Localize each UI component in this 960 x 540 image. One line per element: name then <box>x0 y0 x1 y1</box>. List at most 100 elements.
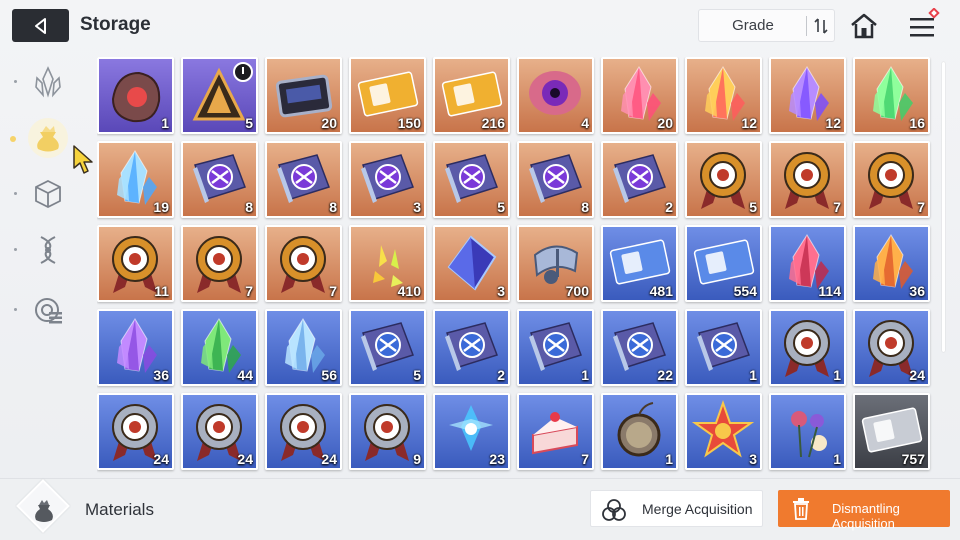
crystal-category-icon <box>35 66 61 98</box>
item-quantity: 9 <box>413 451 421 467</box>
item-quantity: 5 <box>245 115 253 131</box>
grid-slot[interactable]: 20 <box>601 57 678 134</box>
grid-slot[interactable]: 5 <box>349 309 426 386</box>
grid-slot[interactable]: 700 <box>517 225 594 302</box>
sidebar-item-chips[interactable] <box>26 288 70 332</box>
grid-slot[interactable]: 11 <box>97 225 174 302</box>
grid-scrollbar[interactable] <box>942 62 945 352</box>
grid-slot[interactable]: 16 <box>853 57 930 134</box>
item-quantity: 3 <box>749 451 757 467</box>
header: Storage Grade <box>0 0 960 52</box>
sidebar-item-genes[interactable] <box>26 228 70 272</box>
item-grid: 1 5 20 150 216 4 20 12 12 16 19 8 8 3 5 8 2 5 7 7 11 7 7 410 3 70… <box>97 57 937 470</box>
grid-slot[interactable]: 8 <box>265 141 342 218</box>
grid-slot[interactable]: 114 <box>769 225 846 302</box>
grid-slot[interactable]: 9 <box>349 393 426 470</box>
item-quantity: 12 <box>741 115 757 131</box>
chip-category-icon <box>35 298 62 324</box>
grid-slot[interactable]: 2 <box>433 309 510 386</box>
grid-slot[interactable]: 481 <box>601 225 678 302</box>
sidebar-dot <box>14 248 17 251</box>
grid-slot[interactable]: 12 <box>769 57 846 134</box>
grid-slot[interactable]: 5 <box>433 141 510 218</box>
grid-slot[interactable]: 3 <box>349 141 426 218</box>
grid-slot[interactable]: 23 <box>433 393 510 470</box>
grid-slot[interactable]: 2 <box>601 141 678 218</box>
grid-slot[interactable]: 5 <box>181 57 258 134</box>
item-quantity: 4 <box>581 115 589 131</box>
item-quantity: 216 <box>481 115 505 131</box>
home-button[interactable] <box>848 10 880 42</box>
item-quantity: 5 <box>413 367 421 383</box>
grid-slot[interactable]: 1 <box>601 393 678 470</box>
sort-dropdown[interactable]: Grade <box>698 9 835 42</box>
pouch-category-icon <box>28 118 68 158</box>
grid-slot[interactable]: 1 <box>97 57 174 134</box>
item-quantity: 150 <box>397 115 421 131</box>
back-arrow-icon <box>34 17 46 34</box>
grid-slot[interactable]: 1 <box>517 309 594 386</box>
item-quantity: 24 <box>153 451 169 467</box>
item-quantity: 8 <box>245 199 253 215</box>
sort-order-icon <box>814 18 828 34</box>
grid-slot[interactable]: 1 <box>769 309 846 386</box>
grid-slot[interactable]: 19 <box>97 141 174 218</box>
grid-slot[interactable]: 12 <box>685 57 762 134</box>
dismantling-acquisition-button[interactable]: Dismantling Acquisition <box>778 490 950 531</box>
sidebar-item-materials[interactable] <box>26 116 70 160</box>
grid-slot[interactable]: 44 <box>181 309 258 386</box>
grid-slot[interactable]: 22 <box>601 309 678 386</box>
grid-slot[interactable]: 7 <box>853 141 930 218</box>
grid-slot[interactable]: 8 <box>517 141 594 218</box>
grid-slot[interactable]: 3 <box>685 393 762 470</box>
grid-slot[interactable]: 4 <box>517 57 594 134</box>
item-quantity: 12 <box>825 115 841 131</box>
home-icon <box>851 13 877 39</box>
grid-slot[interactable]: 410 <box>349 225 426 302</box>
grid-slot[interactable]: 5 <box>685 141 762 218</box>
grid-slot[interactable]: 36 <box>853 225 930 302</box>
grid-slot[interactable]: 3 <box>433 225 510 302</box>
merge-icon <box>602 499 626 521</box>
grid-slot[interactable]: 554 <box>685 225 762 302</box>
grid-slot[interactable]: 1 <box>685 309 762 386</box>
grid-slot[interactable]: 757 <box>853 393 930 470</box>
grid-slot[interactable]: 20 <box>265 57 342 134</box>
item-quantity: 1 <box>749 367 757 383</box>
sidebar-selected-dot <box>10 136 16 142</box>
item-quantity: 11 <box>154 283 169 299</box>
sidebar-item-boxes[interactable] <box>26 172 70 216</box>
item-grid-viewport[interactable]: 1 5 20 150 216 4 20 12 12 16 19 8 8 3 5 8 2 5 7 7 11 7 7 410 3 70… <box>97 57 937 475</box>
grid-slot[interactable]: 7 <box>265 225 342 302</box>
menu-button[interactable] <box>906 7 946 42</box>
grid-slot[interactable]: 24 <box>181 393 258 470</box>
menu-icon <box>910 7 940 37</box>
item-quantity: 20 <box>321 115 337 131</box>
sort-divider <box>806 16 807 36</box>
grid-slot[interactable]: 150 <box>349 57 426 134</box>
back-button[interactable] <box>12 9 69 42</box>
grid-slot[interactable]: 7 <box>517 393 594 470</box>
footer-bar: Materials Merge Acquisition Dismantling … <box>0 478 960 540</box>
item-quantity: 757 <box>901 451 925 467</box>
helix-category-icon <box>40 236 56 264</box>
grid-slot[interactable]: 1 <box>769 393 846 470</box>
merge-acquisition-button[interactable]: Merge Acquisition <box>590 490 763 527</box>
grid-slot[interactable]: 36 <box>97 309 174 386</box>
cube-category-icon <box>35 179 61 209</box>
grid-slot[interactable]: 7 <box>181 225 258 302</box>
item-quantity: 1 <box>665 451 673 467</box>
item-quantity: 24 <box>321 451 337 467</box>
grid-slot[interactable]: 24 <box>853 309 930 386</box>
grid-slot[interactable]: 7 <box>769 141 846 218</box>
trash-icon <box>793 498 809 520</box>
grid-slot[interactable]: 24 <box>97 393 174 470</box>
grid-slot[interactable]: 216 <box>433 57 510 134</box>
item-quantity: 1 <box>833 367 841 383</box>
sidebar-item-crystals[interactable] <box>26 60 70 104</box>
grid-slot[interactable]: 8 <box>181 141 258 218</box>
sort-order-button[interactable] <box>809 14 833 38</box>
grid-slot[interactable]: 56 <box>265 309 342 386</box>
grid-slot[interactable]: 24 <box>265 393 342 470</box>
item-quantity: 5 <box>497 199 505 215</box>
